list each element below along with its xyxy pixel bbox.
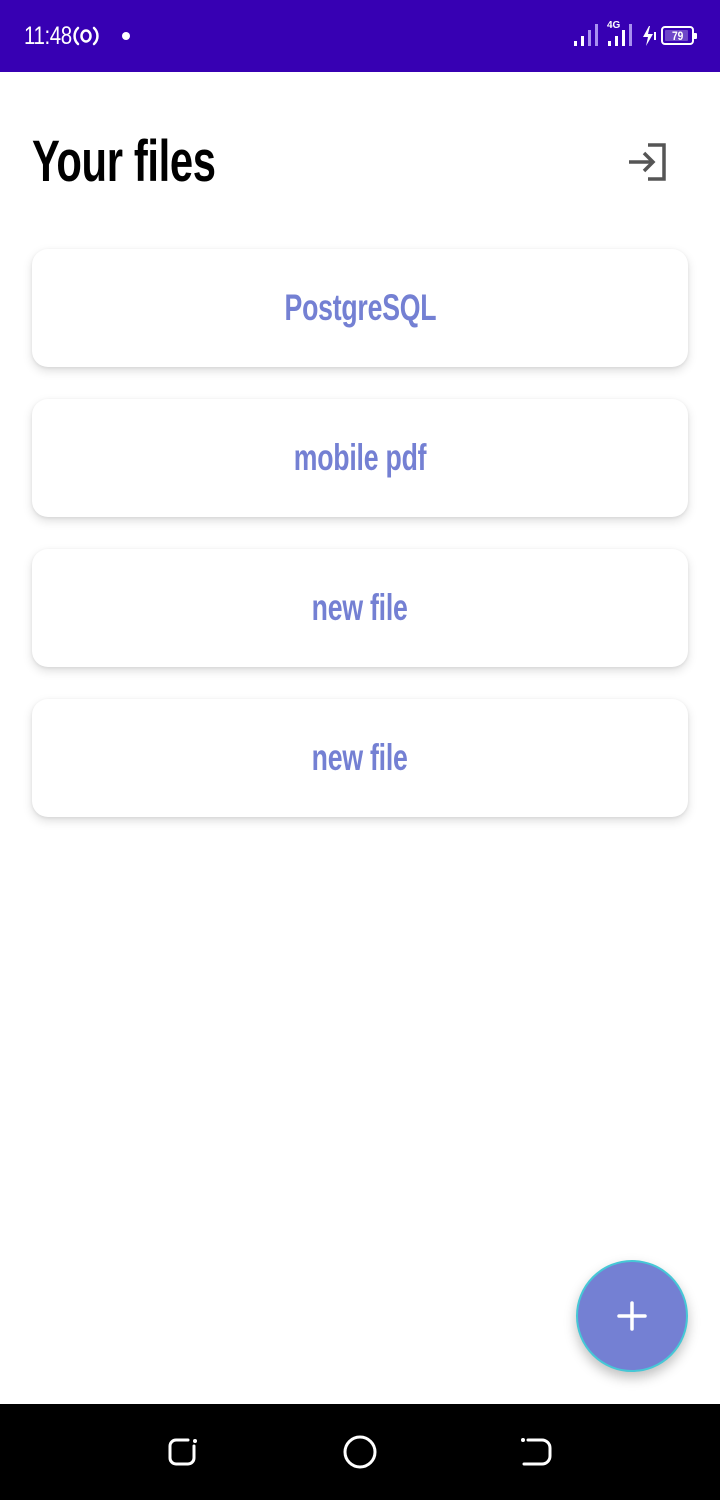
- notification-dot-icon: [122, 32, 130, 40]
- home-icon: [343, 1435, 377, 1469]
- file-list: PostgreSQL mobile pdf new file new file: [32, 249, 688, 849]
- navigation-bar: [0, 1404, 720, 1500]
- charging-icon: [640, 24, 658, 48]
- recent-apps-icon: [168, 1438, 197, 1466]
- signal-4g-icon: 4G: [606, 18, 636, 48]
- plus-icon: [617, 1301, 647, 1331]
- add-file-button[interactable]: [576, 1260, 688, 1372]
- hotspot-icon: [72, 22, 100, 50]
- file-card[interactable]: new file: [32, 549, 688, 667]
- page-title: Your files: [32, 129, 216, 194]
- file-card-label: PostgreSQL: [284, 287, 436, 328]
- recent-apps-button[interactable]: [166, 1434, 202, 1470]
- file-card[interactable]: PostgreSQL: [32, 249, 688, 367]
- battery-level: 79: [671, 28, 684, 43]
- file-card[interactable]: mobile pdf: [32, 399, 688, 517]
- file-card-label: new file: [312, 737, 408, 778]
- back-button[interactable]: [518, 1434, 554, 1470]
- battery-icon: 79: [661, 26, 697, 45]
- signal-icon: [572, 20, 602, 48]
- back-icon: [521, 1438, 552, 1466]
- file-card[interactable]: new file: [32, 699, 688, 817]
- status-bar: 11:48 4G 79: [0, 0, 720, 72]
- file-card-label: new file: [312, 587, 408, 628]
- status-time: 11:48: [24, 22, 72, 50]
- file-card-label: mobile pdf: [293, 437, 427, 478]
- network-type-label: 4G: [607, 20, 621, 31]
- login-arrow-icon: [629, 143, 666, 181]
- home-button[interactable]: [342, 1434, 378, 1470]
- logout-button[interactable]: [620, 134, 676, 190]
